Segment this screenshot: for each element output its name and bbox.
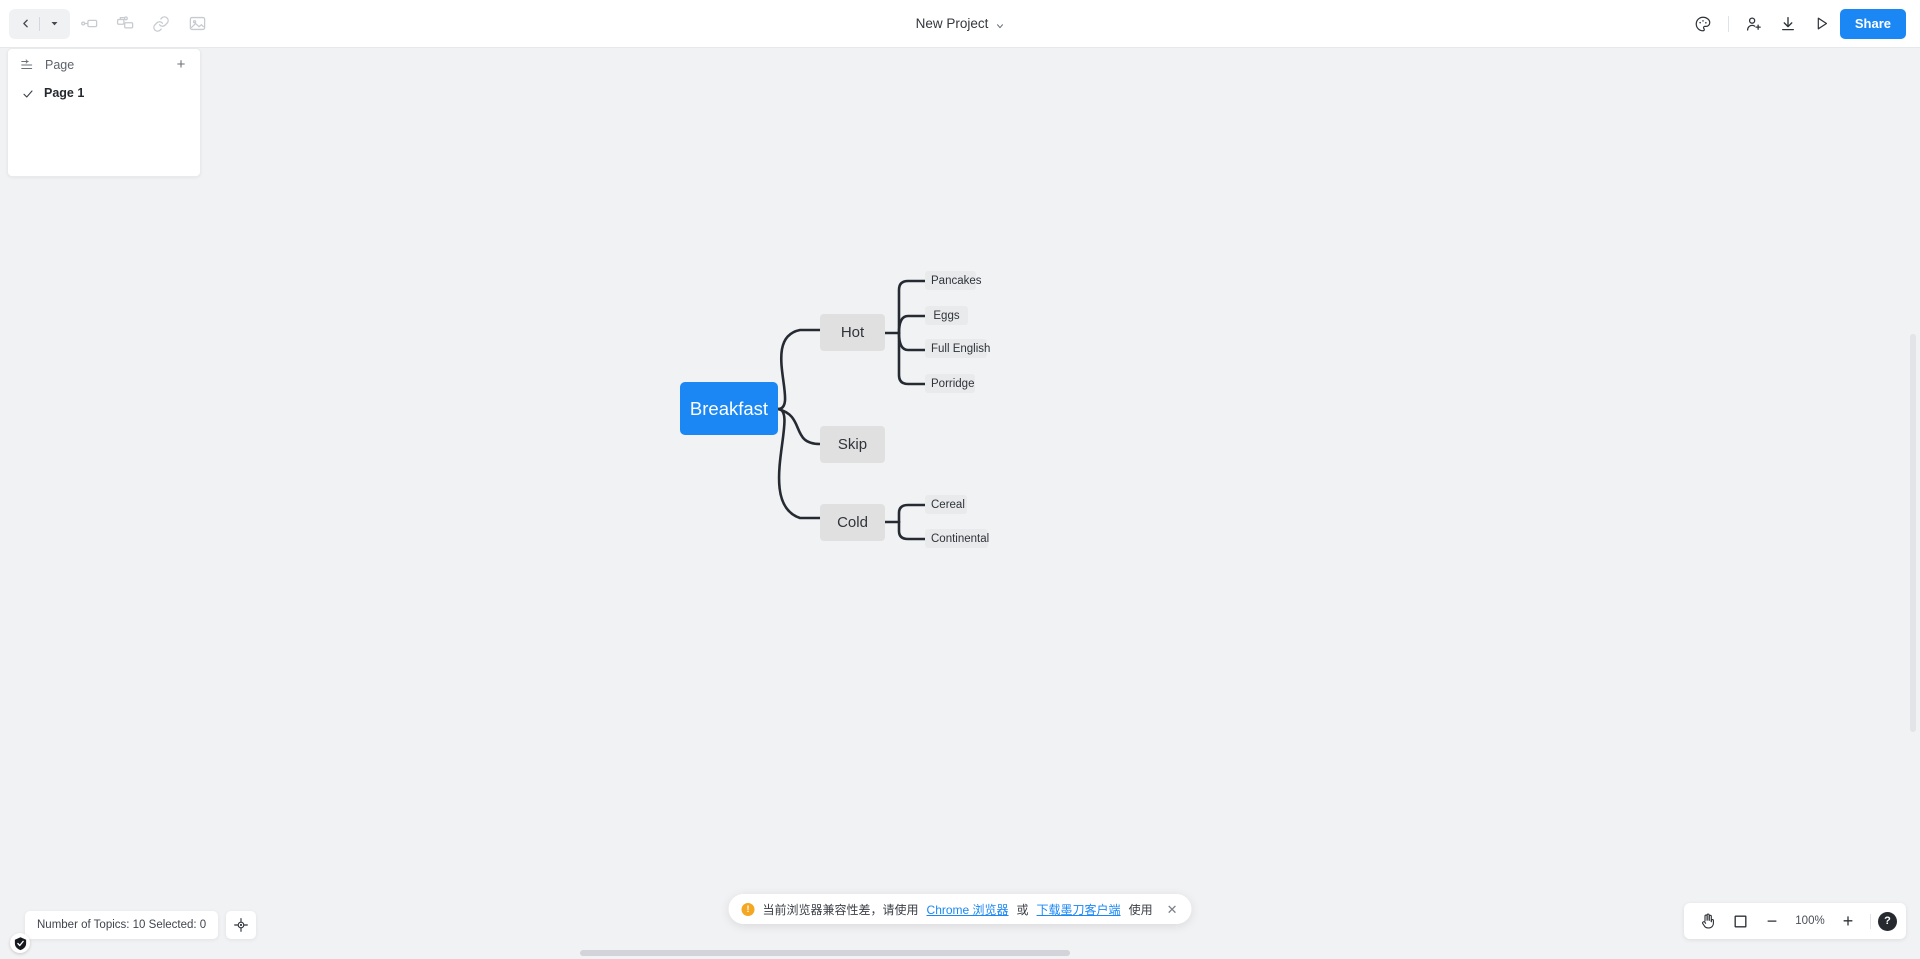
notification-text-middle: 或 [1016,902,1029,917]
history-button-group [9,8,70,39]
chevron-down-icon [995,19,1004,29]
history-dropdown-button[interactable] [43,11,65,37]
horizontal-scrollbar-thumb[interactable] [580,950,1070,956]
top-toolbar: New Project Share [0,0,1920,48]
warning-exclamation-icon: ! [741,902,755,916]
vertical-scrollbar-thumb[interactable] [1910,334,1916,732]
add-page-button[interactable]: + [172,56,190,74]
mindmap-leaf-node-continental[interactable]: Continental [925,529,989,548]
shield-check-icon [10,933,30,953]
share-button[interactable]: Share [1839,8,1906,39]
page-panel: Page + Page 1 [7,48,201,177]
mindmap-canvas[interactable]: Breakfast Hot Pancakes Eggs Full English… [0,48,1920,959]
topic-count-status: Number of Topics: 10 Selected: 0 [25,911,219,939]
zoom-toolbar: − 100% + ? [1684,903,1906,939]
zoom-divider [1870,913,1871,929]
zoom-out-button[interactable]: − [1757,906,1787,936]
notification-text-after: 使用 [1128,902,1153,917]
mindmap-leaf-node-eggs[interactable]: Eggs [925,306,968,325]
hand-pan-icon[interactable] [1693,906,1723,936]
browser-compatibility-notification: ! 当前浏览器兼容性差，请使用 Chrome 浏览器 或 下载墨刀客户端 使用 … [728,894,1192,924]
page-panel-title: Page [45,57,75,72]
link-icon[interactable] [144,7,178,41]
page-item-label: Page 1 [44,86,85,100]
image-icon[interactable] [180,7,214,41]
notification-text-before: 当前浏览器兼容性差，请使用 [762,902,919,917]
present-play-icon[interactable] [1806,8,1838,40]
theme-palette-icon[interactable] [1687,8,1719,40]
check-icon [22,87,34,99]
history-divider [39,16,40,31]
close-x-icon[interactable]: ✕ [1167,903,1178,916]
mindmap-root-node[interactable]: Breakfast [680,382,778,435]
mindmap-app-window: New Project Share Page + Page 1 Breakfas… [0,0,1920,959]
mindmap-leaf-node-pancakes[interactable]: Pancakes [925,271,982,290]
page-list-item-page-1[interactable]: Page 1 [8,80,200,106]
mindmap-leaf-node-porridge[interactable]: Porridge [925,374,975,393]
mindmap-leaf-node-full-english[interactable]: Full English [925,339,990,358]
mindmap-branch-node-cold[interactable]: Cold [820,504,885,541]
toolbar-right-group: Share [1687,8,1920,40]
zoom-in-button[interactable]: + [1833,906,1863,936]
toolbar-divider [1727,15,1729,32]
page-panel-header: Page + [8,49,200,80]
status-bar-group: Number of Topics: 10 Selected: 0 [10,911,257,953]
page-list-icon [20,58,34,72]
project-title-text: New Project [915,16,989,31]
frame-square-icon[interactable] [1725,906,1755,936]
project-title-area: New Project [0,0,1920,47]
toolbar-left-group [0,7,214,41]
add-subtopic-icon[interactable] [108,7,142,41]
add-sibling-topic-icon[interactable] [72,7,106,41]
help-question-icon[interactable]: ? [1878,911,1897,931]
download-icon[interactable] [1772,8,1804,40]
mindmap-leaf-node-cereal[interactable]: Cereal [925,495,967,514]
project-title-button[interactable]: New Project [910,12,1011,35]
zoom-level-label[interactable]: 100% [1789,915,1831,927]
chrome-browser-link[interactable]: Chrome 浏览器 [927,901,1009,918]
undo-back-button[interactable] [14,11,36,37]
invite-user-icon[interactable] [1738,8,1770,40]
fit-to-screen-crosshair-icon[interactable] [226,911,257,939]
mindmap-branch-node-hot[interactable]: Hot [820,314,885,351]
download-client-link[interactable]: 下载墨刀客户端 [1037,901,1121,918]
mindmap-branch-node-skip[interactable]: Skip [820,426,885,463]
